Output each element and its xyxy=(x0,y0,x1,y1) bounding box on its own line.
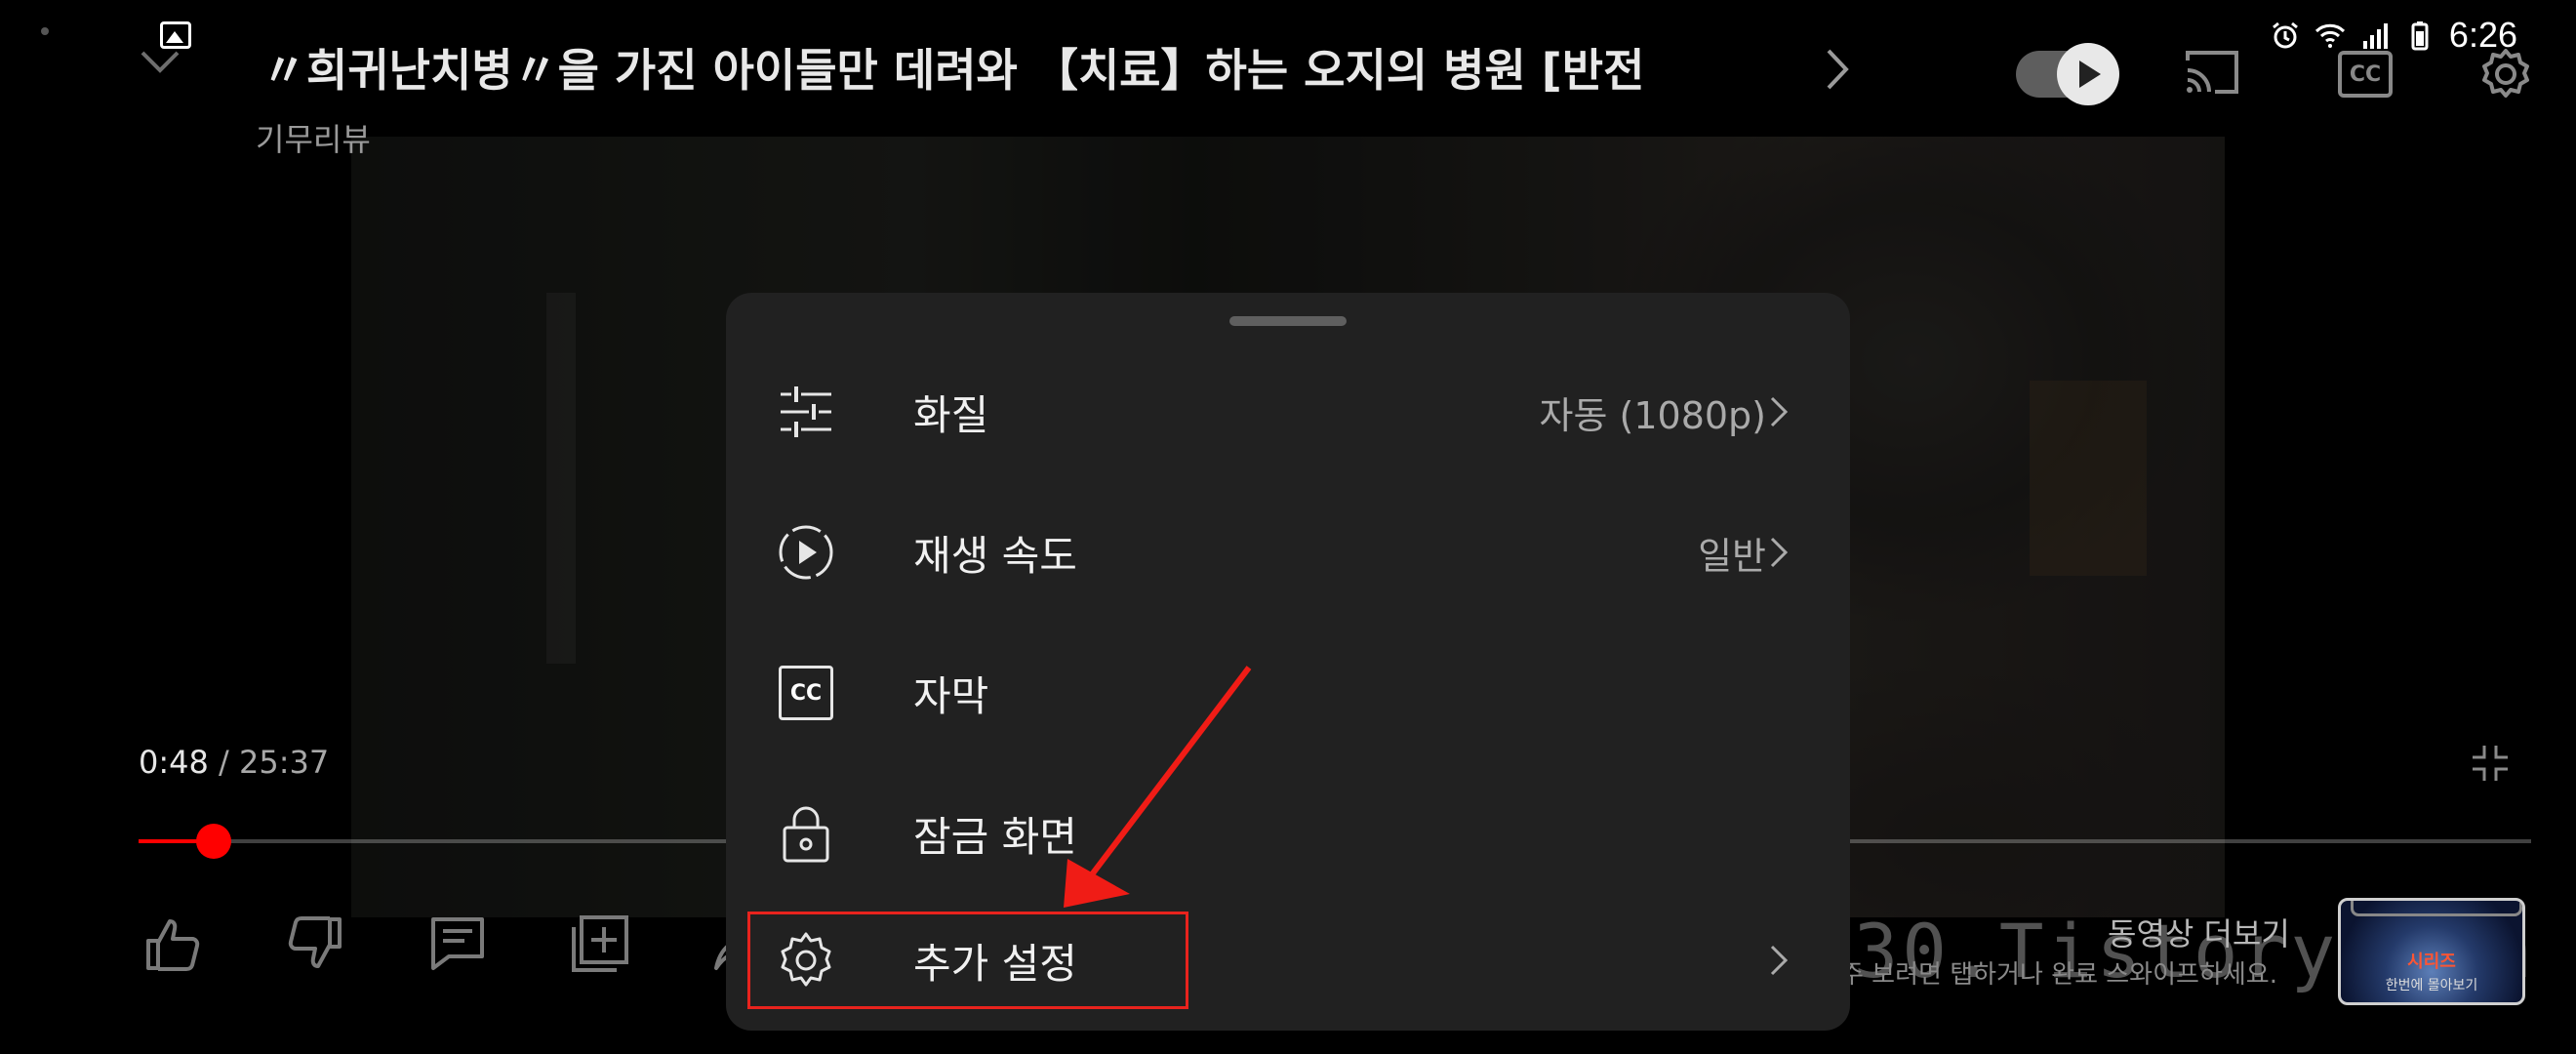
play-icon xyxy=(2079,61,2101,88)
settings-row-playback-speed[interactable]: 재생 속도 일반 xyxy=(726,482,1850,623)
chevron-right-icon xyxy=(1770,945,1789,976)
cc-icon: CC xyxy=(779,666,833,720)
status-dot xyxy=(41,27,49,35)
cc-icon[interactable]: CC xyxy=(2338,51,2393,98)
thumbs-down-icon[interactable] xyxy=(285,913,345,974)
more-videos-hint: 주 보려면 탭하거나 완료 스와이프하세요. xyxy=(1840,960,2277,990)
chevron-down-icon[interactable] xyxy=(137,43,183,82)
add-to-playlist-icon[interactable] xyxy=(570,913,630,974)
settings-row-lock-screen[interactable]: 잠금 화면 xyxy=(726,763,1850,904)
sheet-drag-handle[interactable] xyxy=(1229,316,1347,326)
gear-icon[interactable] xyxy=(2478,47,2533,101)
settings-row-value: 자동 (1080p) xyxy=(1539,393,1766,437)
more-videos-thumbnail[interactable]: 시리즈 한번에 몰아보기 xyxy=(2338,898,2525,1005)
duration: 25:37 xyxy=(238,744,330,781)
lock-icon xyxy=(783,806,829,863)
thumbnail-title: 시리즈 xyxy=(2407,952,2456,972)
alarm-icon xyxy=(2272,21,2298,49)
cast-icon[interactable] xyxy=(2182,47,2242,98)
video-title[interactable]: 〃희귀난치병〃을 가진 아이들만 데려와 【치료】하는 오지의 병원 [반전 xyxy=(262,35,1745,105)
chevron-right-icon[interactable] xyxy=(1821,45,1856,94)
chevron-right-icon xyxy=(1770,396,1789,427)
action-bar xyxy=(142,913,773,974)
comment-icon[interactable] xyxy=(427,913,488,974)
thumbnail-subtitle: 한번에 몰아보기 xyxy=(2385,978,2478,993)
settings-row-captions[interactable]: CC 자막 xyxy=(726,623,1850,763)
time-readout: 0:48 / 25:37 xyxy=(139,744,329,781)
settings-row-value: 일반 xyxy=(1698,534,1766,578)
autoplay-toggle[interactable] xyxy=(2016,43,2119,105)
settings-row-label: 자막 xyxy=(913,671,989,720)
playback-speed-icon xyxy=(779,525,833,580)
autoplay-knob xyxy=(2057,43,2119,105)
settings-row-label: 잠금 화면 xyxy=(913,812,1077,861)
more-videos-label[interactable]: 동영상 더보기 xyxy=(2108,910,2290,954)
seek-bar-thumb[interactable] xyxy=(195,824,231,859)
time-separator: / xyxy=(219,744,229,781)
settings-row-quality[interactable]: 화질 자동 (1080p) xyxy=(726,342,1850,482)
signal-icon xyxy=(2362,23,2388,49)
settings-row-label: 재생 속도 xyxy=(913,531,1077,580)
wifi-icon xyxy=(2314,23,2345,48)
quality-sliders-icon xyxy=(781,386,831,437)
chevron-right-icon xyxy=(1770,537,1789,568)
exit-fullscreen-icon[interactable] xyxy=(2471,744,2510,783)
channel-name[interactable]: 기무리뷰 xyxy=(256,115,371,160)
settings-row-label: 화질 xyxy=(913,390,989,439)
thumbs-up-icon[interactable] xyxy=(142,913,203,974)
current-time: 0:48 xyxy=(139,744,209,781)
battery-icon xyxy=(2411,21,2429,51)
annotation-highlight-box xyxy=(747,912,1188,1009)
